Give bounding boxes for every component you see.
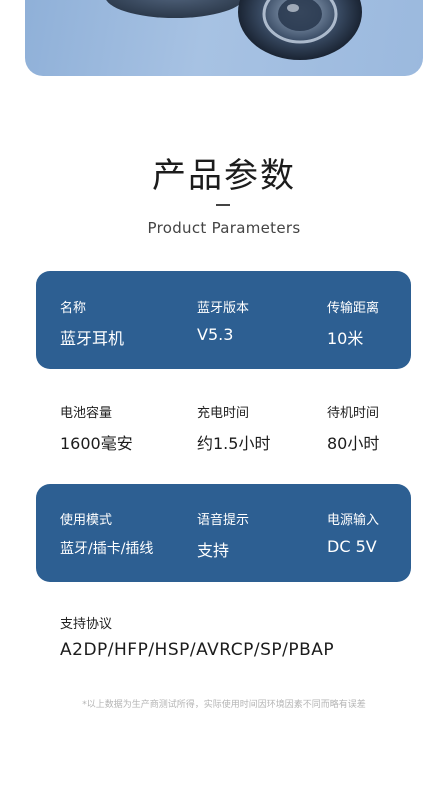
spec-value-range: 10米 xyxy=(327,329,364,348)
spec-panel-3 xyxy=(36,484,411,582)
spec-value-standby: 80小时 xyxy=(327,434,380,453)
spec-panel-1 xyxy=(36,271,411,369)
spec-value-name: 蓝牙耳机 xyxy=(60,329,125,348)
spec-label-charge-time: 充电时间 xyxy=(197,406,250,421)
spec-value-bt-version: V5.3 xyxy=(197,325,234,344)
protocol-label: 支持协议 xyxy=(60,617,113,632)
spec-label-name: 名称 xyxy=(60,301,87,316)
page-subtitle: Product Parameters xyxy=(147,219,301,237)
spec-value-battery: 1600毫安 xyxy=(60,434,133,453)
spec-value-voice-prompt: 支持 xyxy=(197,541,230,560)
spec-value-charge-time: 约1.5小时 xyxy=(197,434,271,453)
page-title: 产品参数 xyxy=(152,156,296,196)
spec-label-mode: 使用模式 xyxy=(60,513,113,528)
spec-value-mode: 蓝牙/插卡/插线 xyxy=(60,541,154,557)
spec-label-range: 传输距离 xyxy=(327,301,380,316)
spec-label-bt-version: 蓝牙版本 xyxy=(197,301,250,316)
spec-label-power-input: 电源输入 xyxy=(327,513,380,528)
spec-label-standby: 待机时间 xyxy=(327,406,380,421)
spec-label-battery: 电池容量 xyxy=(60,406,113,421)
product-hero-image xyxy=(25,0,423,76)
spec-value-power-input: DC 5V xyxy=(327,537,377,556)
disclaimer-footnote: *以上数据为生产商测试所得，实际使用时间因环境因素不同而略有误差 xyxy=(82,700,366,710)
spec-label-voice-prompt: 语音提示 xyxy=(197,513,250,528)
protocol-value: A2DP/HFP/HSP/AVRCP/SP/PBAP xyxy=(60,640,335,660)
title-divider xyxy=(216,204,230,206)
